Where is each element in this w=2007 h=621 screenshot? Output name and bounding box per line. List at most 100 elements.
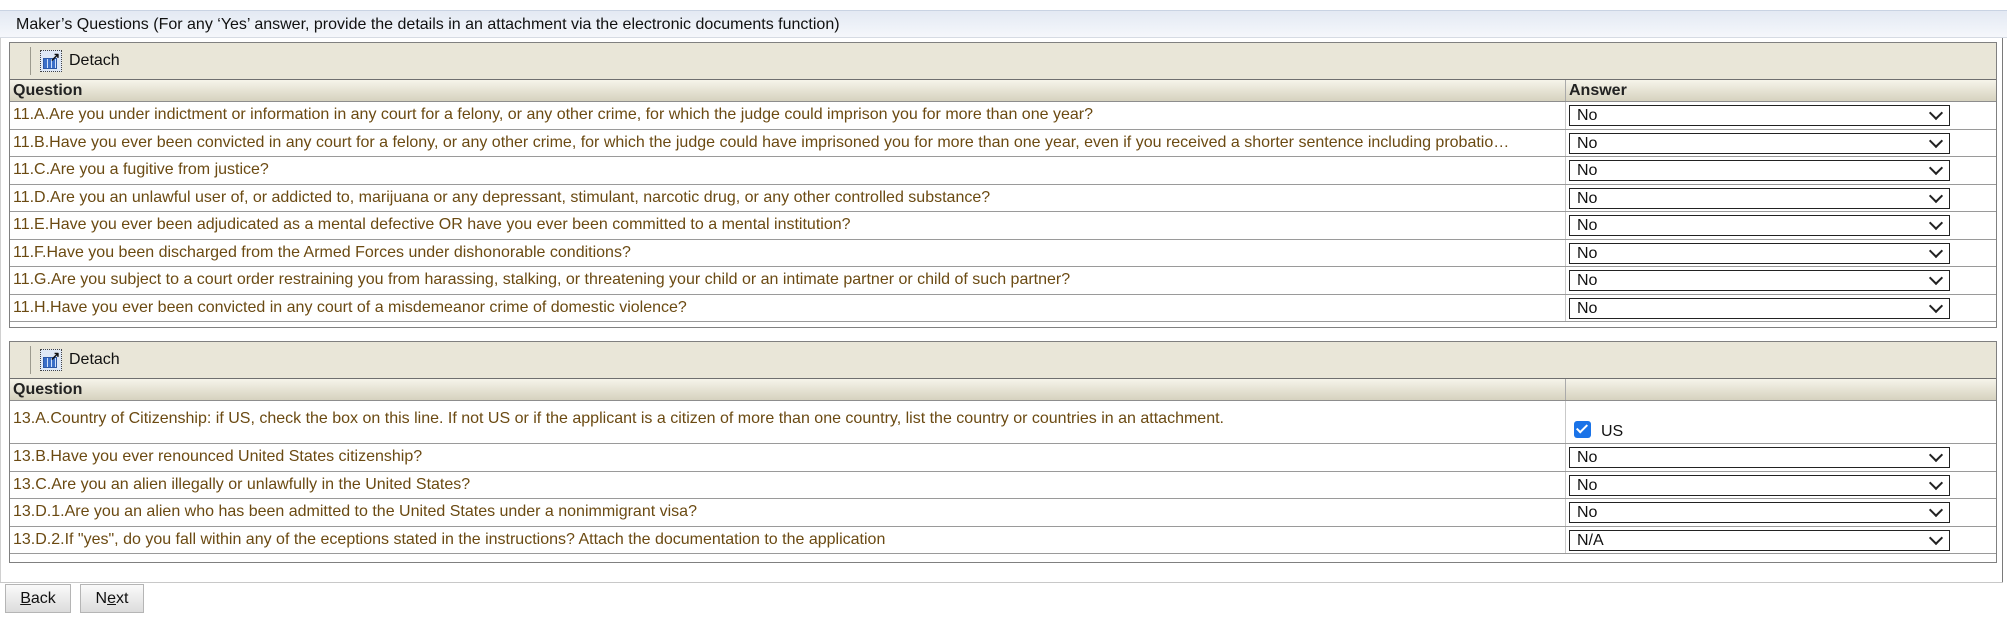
answer-select-value: No xyxy=(1577,449,1598,466)
section-title: Maker’s Questions (For any ‘Yes’ answer,… xyxy=(16,16,840,33)
question-text: 13.A.Country of Citizenship: if US, chec… xyxy=(13,410,1224,427)
answer-select-value: No xyxy=(1577,162,1598,179)
answer-select[interactable]: No xyxy=(1569,270,1950,291)
answer-select[interactable]: N/A xyxy=(1569,529,1950,551)
us-citizen-checkbox-label[interactable]: US xyxy=(1601,423,1623,441)
us-citizen-checkbox[interactable] xyxy=(1574,420,1591,438)
detach-icon: ↗ xyxy=(40,50,62,72)
column-divider xyxy=(1565,379,1566,400)
table-row: 13.D.2.If "yes", do you fall within any … xyxy=(10,526,1996,554)
question-text: 11.E.Have you ever been adjudicated as a… xyxy=(13,216,851,233)
question-text: 13.C.Are you an alien illegally or unlaw… xyxy=(13,475,471,493)
table-row: 11.A.Are you under indictment or informa… xyxy=(10,102,1996,130)
back-button-label: Back xyxy=(20,589,56,607)
answer-select-value: No xyxy=(1577,504,1598,521)
cell-divider xyxy=(1565,267,1566,294)
table-row: 11.H.Have you ever been convicted in any… xyxy=(10,294,1996,322)
detach-label: Detach xyxy=(69,52,120,69)
cell-divider xyxy=(1565,129,1566,156)
answer-select-value: No xyxy=(1577,189,1598,207)
cell-divider xyxy=(1565,526,1566,553)
question-text: 11.B.Have you ever been convicted in any… xyxy=(13,133,1510,151)
table-row: 11.B.Have you ever been convicted in any… xyxy=(10,129,1996,157)
table-header: Question Answer xyxy=(10,80,1996,102)
table-row: 13.C.Are you an alien illegally or unlaw… xyxy=(10,471,1996,499)
answer-select-value: No xyxy=(1577,272,1598,289)
panel-toolbar: ↗ Detach xyxy=(10,342,1996,379)
questions-panel-13: ↗ Detach Question 13.A.Country of Citize… xyxy=(9,341,1997,563)
us-citizen-checkbox-group: US xyxy=(1574,417,1623,441)
cell-divider xyxy=(1565,157,1566,184)
answer-select-value: N/A xyxy=(1577,531,1604,549)
answer-select[interactable]: No xyxy=(1569,187,1950,209)
answer-select-value: No xyxy=(1577,244,1598,262)
chevron-down-icon xyxy=(1928,160,1944,176)
footer-divider xyxy=(0,582,2003,583)
cell-divider xyxy=(1565,471,1566,498)
column-header-question[interactable]: Question xyxy=(13,381,82,399)
cell-divider xyxy=(1565,239,1566,266)
answer-select[interactable]: No xyxy=(1569,242,1950,264)
cell-divider xyxy=(1565,499,1566,526)
table-row: 11.G.Are you subject to a court order re… xyxy=(10,267,1996,295)
answer-select[interactable]: No xyxy=(1569,502,1950,523)
answer-select[interactable]: No xyxy=(1569,160,1950,181)
chevron-down-icon xyxy=(1928,133,1944,148)
answer-select[interactable]: No xyxy=(1569,474,1950,496)
chevron-down-icon xyxy=(1928,105,1944,121)
detach-icon: ↗ xyxy=(40,349,62,371)
answer-select-value: No xyxy=(1577,217,1598,234)
question-text: 13.D.1.Are you an alien who has been adm… xyxy=(13,503,697,520)
cell-divider xyxy=(1565,294,1566,321)
chevron-down-icon xyxy=(1928,298,1944,313)
questions-panel-11: ↗ Detach Question Answer 11.A.Are you un… xyxy=(9,42,1997,328)
question-text: 13.B.Have you ever renounced United Stat… xyxy=(13,448,423,465)
answer-select[interactable]: No xyxy=(1569,105,1950,126)
question-text: 11.D.Are you an unlawful user of, or add… xyxy=(13,188,991,206)
chevron-down-icon xyxy=(1928,188,1944,203)
page-top-band xyxy=(0,0,2007,10)
chevron-down-icon xyxy=(1928,475,1944,490)
answer-select[interactable]: No xyxy=(1569,132,1950,154)
detach-button[interactable]: ↗ Detach xyxy=(40,49,120,73)
table-row-citizenship: 13.A.Country of Citizenship: if US, chec… xyxy=(10,401,1996,444)
chevron-down-icon xyxy=(1928,243,1944,258)
toolbar-separator xyxy=(30,346,31,374)
question-text: 11.F.Have you been discharged from the A… xyxy=(13,243,631,261)
cell-divider xyxy=(1565,212,1566,239)
table-row: 13.B.Have you ever renounced United Stat… xyxy=(10,444,1996,472)
answer-select-value: No xyxy=(1577,299,1598,317)
cell-divider xyxy=(1565,184,1566,211)
chevron-down-icon xyxy=(1928,530,1944,545)
table-header: Question xyxy=(10,379,1996,401)
table-row: 13.D.1.Are you an alien who has been adm… xyxy=(10,499,1996,527)
detach-label: Detach xyxy=(69,351,120,368)
table-row: 11.D.Are you an unlawful user of, or add… xyxy=(10,184,1996,212)
panel-toolbar: ↗ Detach xyxy=(10,43,1996,80)
chevron-down-icon xyxy=(1928,270,1944,286)
answer-select[interactable]: No xyxy=(1569,297,1950,319)
answer-select[interactable]: No xyxy=(1569,447,1950,468)
answer-select-value: No xyxy=(1577,107,1598,124)
question-text: 11.C.Are you a fugitive from justice? xyxy=(13,161,269,178)
column-divider xyxy=(1565,80,1566,101)
chevron-down-icon xyxy=(1928,447,1944,463)
column-header-question[interactable]: Question xyxy=(13,82,82,100)
question-text: 11.A.Are you under indictment or informa… xyxy=(13,106,1093,123)
column-header-answer[interactable]: Answer xyxy=(1569,82,1627,100)
table-row: 11.E.Have you ever been adjudicated as a… xyxy=(10,212,1996,240)
question-text: 13.D.2.If "yes", do you fall within any … xyxy=(13,530,886,548)
detach-button[interactable]: ↗ Detach xyxy=(40,348,120,372)
next-button[interactable]: Next xyxy=(80,584,144,613)
answer-select-value: No xyxy=(1577,476,1598,494)
section-header: Maker’s Questions (For any ‘Yes’ answer,… xyxy=(0,10,2007,38)
table-row: 11.F.Have you been discharged from the A… xyxy=(10,239,1996,267)
cell-divider xyxy=(1565,102,1566,129)
answer-select-value: No xyxy=(1577,134,1598,152)
question-text: 11.G.Are you subject to a court order re… xyxy=(13,271,1071,288)
table-row: 11.C.Are you a fugitive from justice? No xyxy=(10,157,1996,185)
toolbar-separator xyxy=(30,47,31,75)
answer-select[interactable]: No xyxy=(1569,215,1950,236)
back-button[interactable]: Back xyxy=(5,584,71,613)
chevron-down-icon xyxy=(1928,502,1944,518)
